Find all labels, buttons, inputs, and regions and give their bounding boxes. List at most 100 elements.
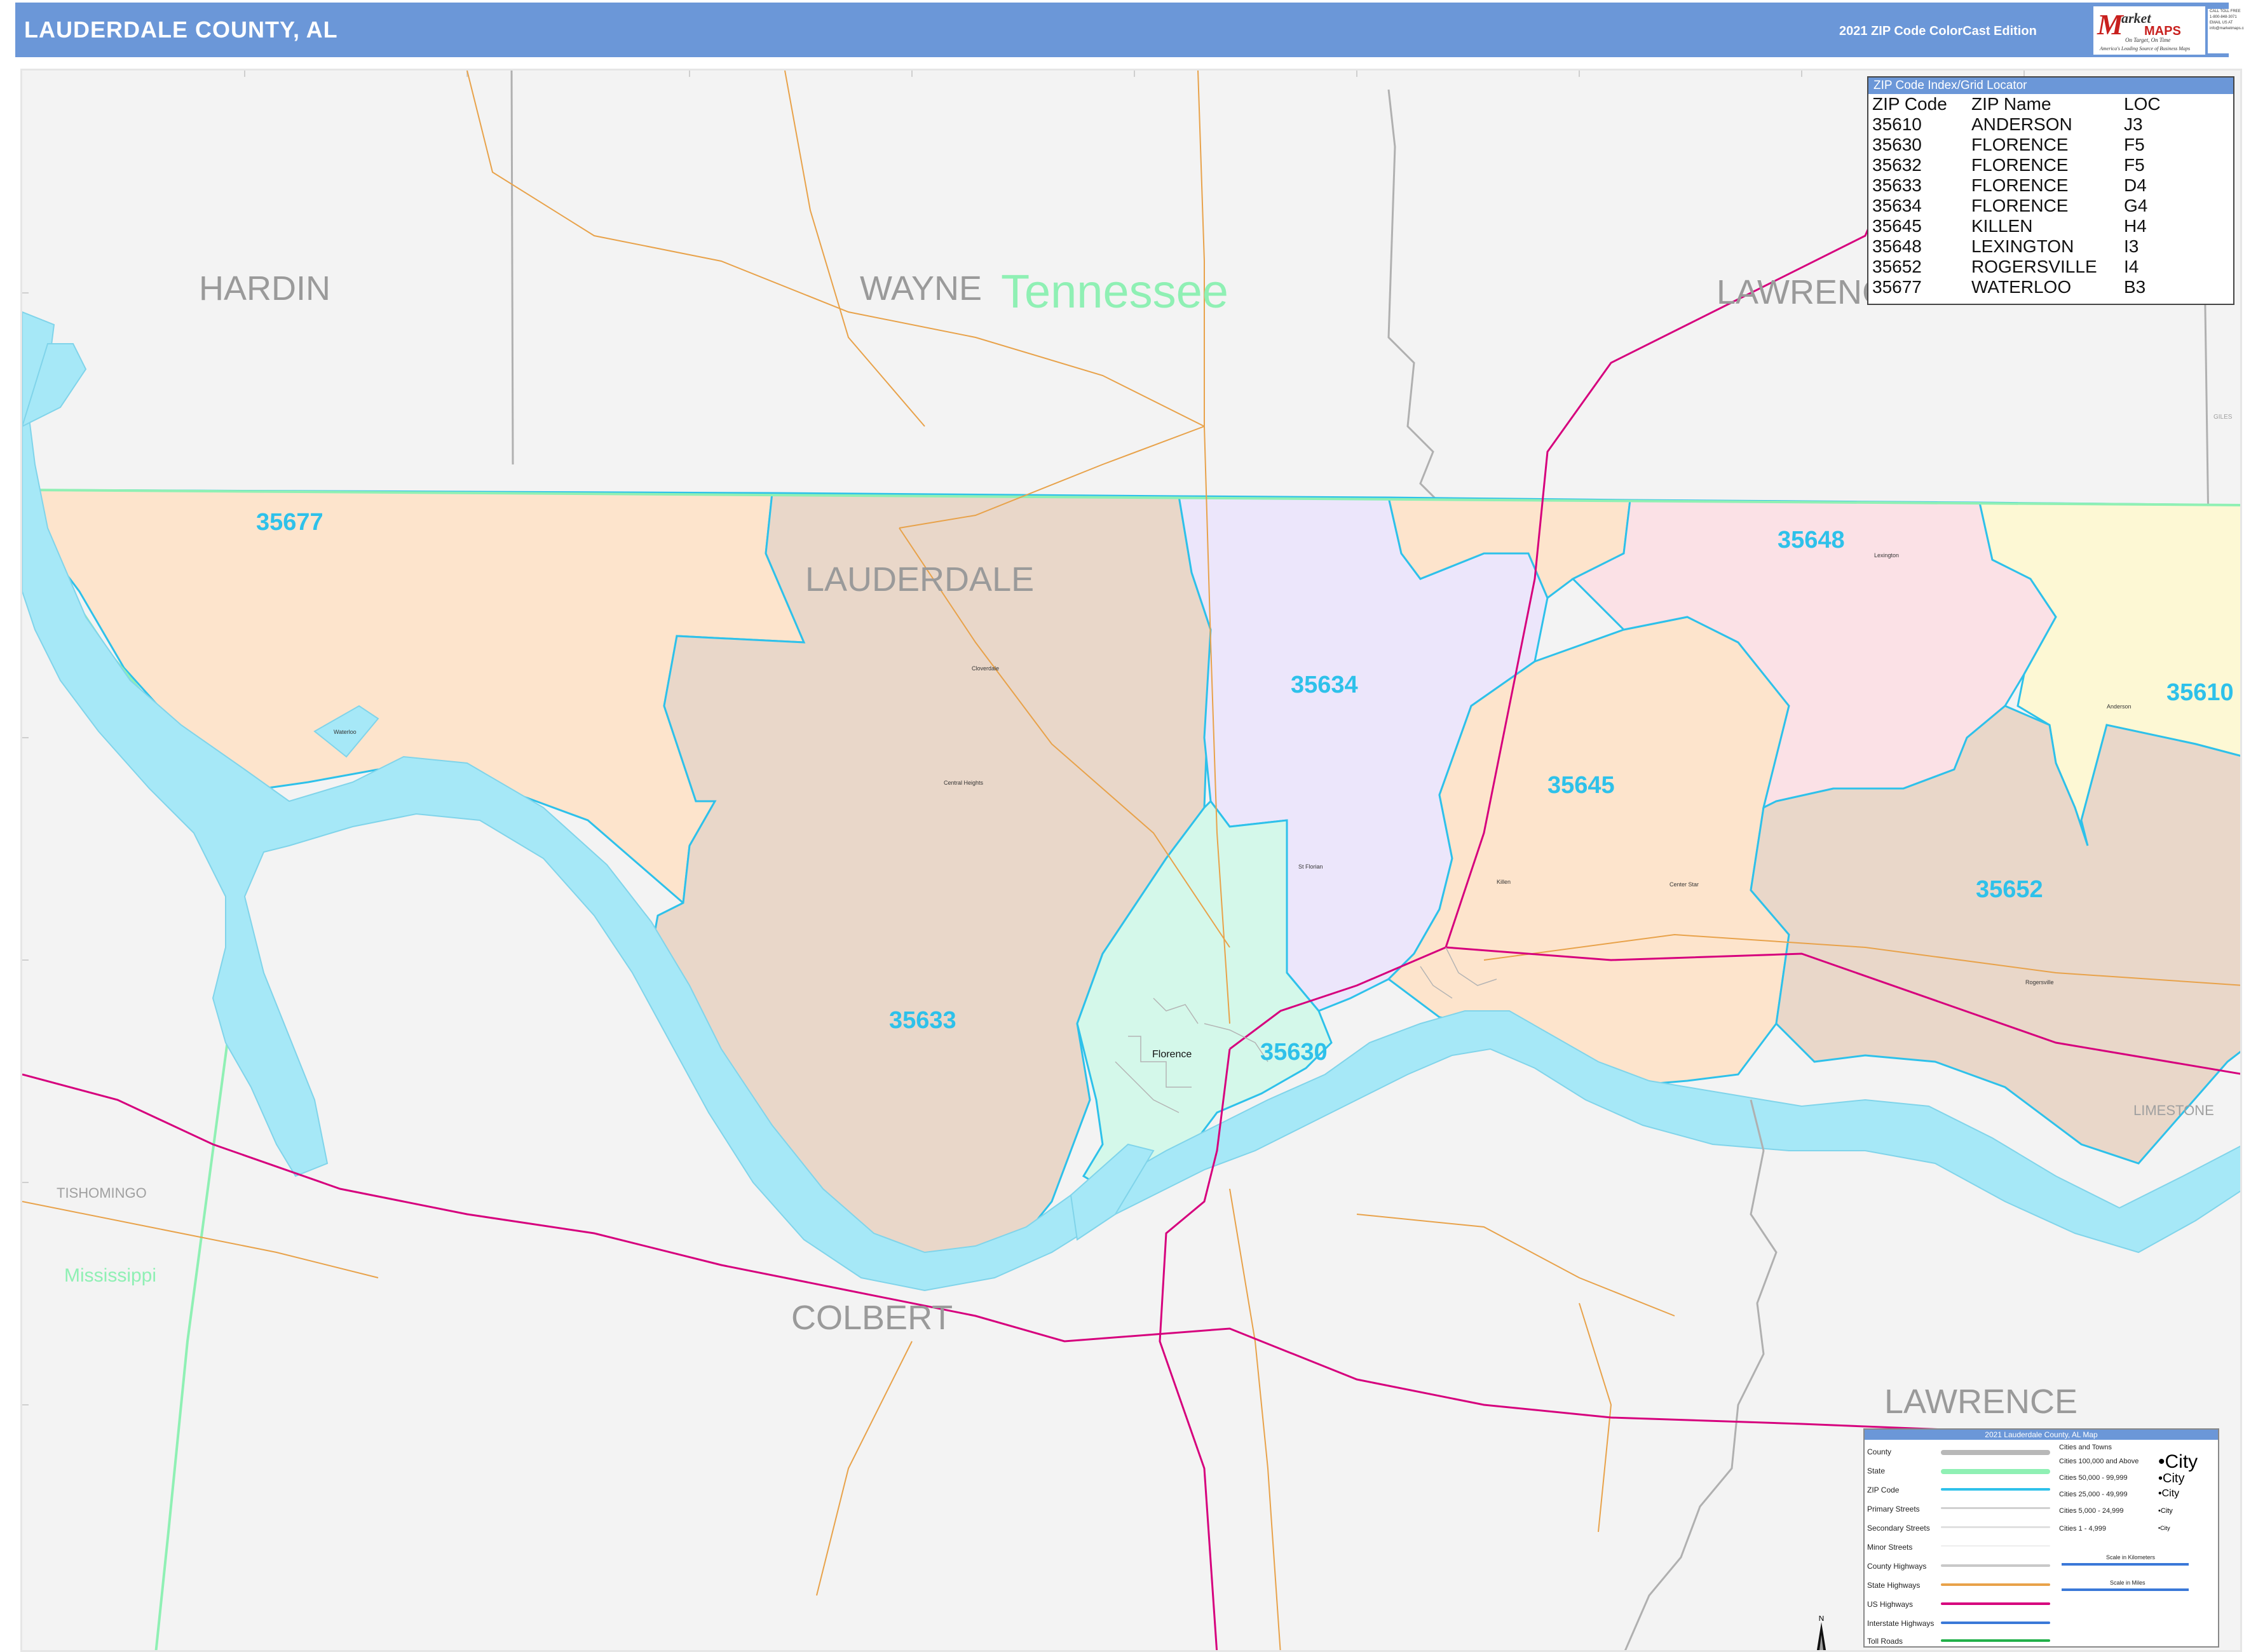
place-label-central-heights: Central Heights [944,780,984,786]
zip-label-35610[interactable]: 35610 [2166,679,2234,707]
legend-swatch-zip [1941,1488,2050,1491]
legend-item-label: Primary Streets [1867,1505,1920,1513]
zip-index-header: ZIP Code [1872,94,1947,114]
zip-name-cell: WATERLOO [1971,277,2072,297]
table-row[interactable]: 35632 FLORENCE F5 [1872,155,2161,175]
contact-line: 1-800-848-3071 [2210,15,2237,19]
zip-code-cell: 35677 [1872,277,1922,297]
legend-city-class: Cities 25,000 - 49,999 [2059,1491,2128,1498]
legend-swatch-county [1941,1450,2050,1455]
zip-loc-cell: I3 [2124,236,2139,256]
zip-name-cell: LEXINGTON [1971,236,2074,256]
zip-name-cell: FLORENCE [1971,196,2069,215]
zip-label-35677[interactable]: 35677 [256,509,323,536]
zip-label-35648[interactable]: 35648 [1778,527,1845,554]
legend-swatch-minor [1941,1545,2050,1547]
zip-name-cell: FLORENCE [1971,155,2069,175]
zip-loc-cell: H4 [2124,216,2147,236]
zip-name-cell: ANDERSON [1971,114,2072,134]
market-maps-logo[interactable]: M arket MAPS On Target, On Time America'… [2093,6,2205,55]
legend-item-label: ZIP Code [1867,1486,1900,1494]
compass-rose-icon: N S E W [1816,1616,1826,1650]
table-row[interactable]: 35630 FLORENCE F5 [1872,135,2161,155]
legend-city-class: Cities 5,000 - 24,999 [2059,1507,2124,1515]
legend-swatch-interstate [1941,1622,2050,1624]
county-label-limestone: LIMESTONE [2133,1102,2214,1118]
place-label-center-star: Center Star [1669,881,1699,888]
legend-item-label: County [1867,1447,1892,1456]
table-row[interactable]: 35634 FLORENCE G4 [1872,196,2161,216]
table-row[interactable]: 35648 LEXINGTON I3 [1872,236,2161,257]
zip-label-35633[interactable]: 35633 [889,1007,956,1034]
zip-index-header: LOC [2124,94,2161,114]
zip-index-panel: ZIP Code Index/Grid Locator ZIP Code ZIP… [1867,76,2234,305]
zip-loc-cell: B3 [2124,277,2146,297]
zip-label-35630[interactable]: 35630 [1260,1039,1328,1066]
state-label-tennessee: Tennessee [1001,265,1228,318]
table-row[interactable]: 35633 FLORENCE D4 [1872,175,2161,196]
place-label-lexington: Lexington [1874,552,1900,559]
county-label-wayne: WAYNE [860,269,983,308]
contact-box: CALL TOLL FREE 1-800-848-3071 EMAIL US A… [2208,9,2244,53]
zip-loc-cell: G4 [2124,196,2148,215]
legend-swatch-primary [1941,1507,2050,1509]
zip-index-title: ZIP Code Index/Grid Locator [1868,78,2233,94]
place-label-florence: Florence [1152,1049,1192,1060]
zip-label-35634[interactable]: 35634 [1291,672,1358,699]
legend-city-class: Cities 50,000 - 99,999 [2059,1474,2128,1482]
contact-line: info@marketmaps.com [2210,27,2244,30]
legend-cities-heading: Cities and Towns [2059,1444,2112,1451]
zip-loc-cell: D4 [2124,175,2147,195]
legend-swatch-county-hwy [1941,1564,2050,1567]
legend-city-sample: •City [2158,1451,2198,1472]
county-label-lauderdale: LAUDERDALE [805,560,1035,599]
zip-index-table: ZIP Code ZIP Name LOC 35610 ANDERSON J3 35… [1872,94,2161,297]
legend-item-label: Interstate Highways [1867,1619,1935,1628]
zip-code-cell: 35634 [1872,196,1922,215]
contact-line: EMAIL US AT [2210,21,2233,25]
county-label-lawrence-al: LAWRENCE [1884,1383,2078,1421]
table-row[interactable]: 35652 ROGERSVILLE I4 [1872,257,2161,277]
legend-city-sample: •City [2158,1525,2170,1531]
legend-item-label: State [1867,1466,1886,1475]
place-label-killen: Killen [1497,879,1511,885]
logo-tagline-2: America's Leading Source of Business Map… [2100,46,2191,51]
edition-label: 2021 ZIP Code ColorCast Edition [1839,24,2037,38]
zip-code-cell: 35610 [1872,114,1922,134]
legend-swatch-toll [1941,1639,2050,1642]
county-label-hardin: HARDIN [199,269,331,308]
place-label-rogersville: Rogersville [2025,979,2054,985]
zip-code-cell: 35632 [1872,155,1922,175]
scale-mi-bar [2062,1588,2189,1591]
legend-swatch-state [1941,1469,2050,1474]
zip-loc-cell: F5 [2124,135,2145,154]
logo-tagline: On Target, On Time [2125,37,2171,43]
header-bar: LAUDERDALE COUNTY, AL 2021 ZIP Code Colo… [15,3,2244,57]
map-canvas[interactable]: HARDIN WAYNE Tennessee LAWRENCE LAUDERDA… [20,69,2242,1652]
zip-label-35645[interactable]: 35645 [1547,772,1615,799]
compass-n: N [1819,1616,1825,1623]
zip-label-35652[interactable]: 35652 [1976,876,2043,904]
zip-code-cell: 35633 [1872,175,1922,195]
map-legend: 2021 Lauderdale County, AL Map County St… [1863,1428,2219,1648]
legend-city-class: Cities 1 - 4,999 [2059,1525,2106,1533]
legend-item-label: State Highways [1867,1581,1921,1590]
county-label-colbert: COLBERT [791,1299,953,1337]
table-row[interactable]: 35610 ANDERSON J3 [1872,114,2161,135]
place-label-cloverdale: Cloverdale [972,665,1000,672]
zip-name-cell: FLORENCE [1971,175,2069,195]
table-row[interactable]: 35677 WATERLOO B3 [1872,277,2161,297]
county-label-giles: GILES [2213,414,2233,421]
zip-code-cell: 35648 [1872,236,1922,256]
scale-km-label: Scale in Kilometers [2106,1554,2156,1561]
legend-swatch-us-hwy [1941,1602,2050,1605]
zip-code-cell: 35645 [1872,216,1922,236]
place-label-anderson: Anderson [2107,703,2132,710]
legend-title: 2021 Lauderdale County, AL Map [1865,1430,2218,1440]
table-row[interactable]: 35645 KILLEN H4 [1872,216,2161,236]
legend-city-sample: •City [2158,1488,2180,1499]
zip-code-cell: 35652 [1872,257,1922,276]
legend-item-label: Toll Roads [1867,1637,1903,1646]
zip-code-cell: 35630 [1872,135,1922,154]
legend-city-sample: •City [2158,1507,2173,1515]
